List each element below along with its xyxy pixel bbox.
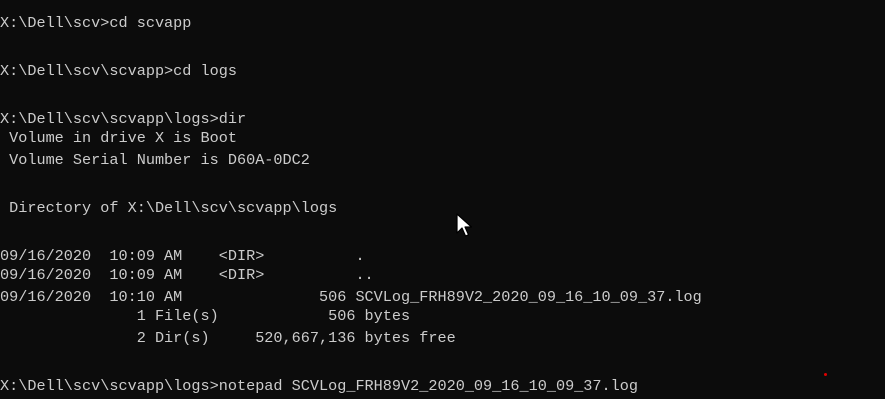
console-line-dir-entry-current: 09/16/2020 10:09 AM <DIR> . [0, 247, 365, 265]
console-line-file-entry: 09/16/2020 10:10 AM 506 SCVLog_FRH89V2_2… [0, 288, 702, 306]
console-line-dir-entry-parent: 09/16/2020 10:09 AM <DIR> .. [0, 266, 374, 284]
console-line-directory-of: Directory of X:\Dell\scv\scvapp\logs [0, 199, 338, 217]
arrow-pointer-icon [456, 213, 473, 237]
console-line-volume-serial: Volume Serial Number is D60A-0DC2 [0, 151, 310, 169]
console-line-notepad-command[interactable]: X:\Dell\scv\scvapp\logs>notepad SCVLog_F… [0, 377, 638, 396]
red-marker-dot [824, 373, 827, 376]
console-window[interactable]: X:\Dell\scv>cd scvapp X:\Dell\scv\scvapp… [0, 0, 885, 399]
console-line-file-count: 1 File(s) 506 bytes [0, 307, 411, 325]
console-line-volume-label: Volume in drive X is Boot [0, 129, 237, 147]
console-line-dir-count: 2 Dir(s) 520,667,136 bytes free [0, 329, 456, 347]
console-line-cd-scvapp: X:\Dell\scv>cd scvapp [0, 14, 192, 32]
console-line-cd-logs: X:\Dell\scv\scvapp>cd logs [0, 62, 237, 80]
console-line-dir-command: X:\Dell\scv\scvapp\logs>dir [0, 110, 247, 128]
